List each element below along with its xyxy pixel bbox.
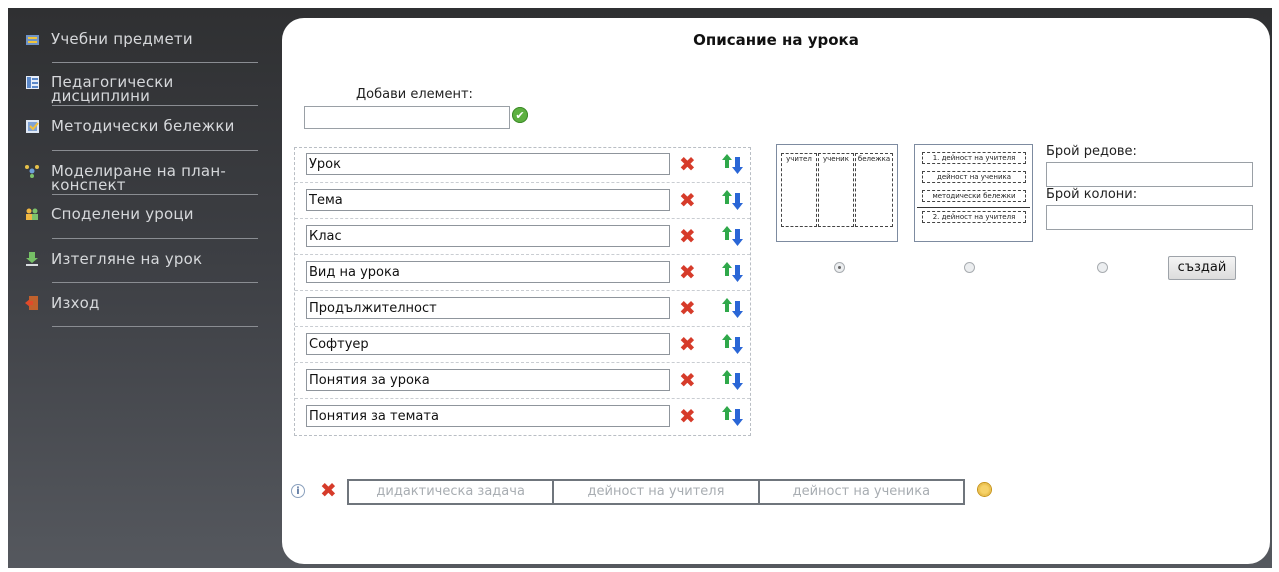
sidebar-divider [52, 194, 258, 195]
move-arrows-icon[interactable] [721, 189, 745, 211]
list-item: Продължителност ✖ [295, 292, 750, 327]
layout-row: 1. дейност на учителя [922, 152, 1026, 164]
sidebar-item-pedagogical[interactable]: Педагогически дисциплини [8, 73, 201, 105]
layout-radio-3[interactable] [1097, 262, 1108, 273]
layout-row: методически бележки [922, 190, 1026, 202]
network-icon [25, 164, 39, 178]
confirm-add-button[interactable]: ✔ [512, 107, 528, 123]
sidebar-item-shared[interactable]: Споделени уроци [8, 205, 194, 223]
sidebar-item-modeling[interactable]: Моделиране на план-конспект [8, 162, 241, 194]
sidebar-item-subjects[interactable]: Учебни предмети [8, 30, 193, 48]
add-element-input[interactable] [304, 106, 510, 129]
sidebar-divider [52, 282, 258, 283]
move-arrows-icon[interactable] [721, 153, 745, 175]
list-item: Софтуер ✖ [295, 328, 750, 363]
sidebar-divider [52, 62, 258, 63]
move-arrows-icon[interactable] [721, 405, 745, 427]
table-row: дидактическа задача дейност на учителя д… [347, 479, 965, 505]
sidebar-divider [52, 326, 258, 327]
sidebar-divider [52, 238, 258, 239]
move-arrows-icon[interactable] [721, 333, 745, 355]
layout-row: дейност на ученика [922, 171, 1026, 183]
element-field[interactable]: Продължителност [306, 297, 670, 319]
layout-row: 2. дейност на учителя [922, 211, 1026, 223]
move-arrows-icon[interactable] [721, 261, 745, 283]
sidebar-item-label: Учебни предмети [51, 30, 193, 48]
list-item: Урок ✖ [295, 148, 750, 183]
table-cell[interactable]: дидактическа задача [349, 481, 552, 503]
delete-icon[interactable]: ✖ [679, 406, 696, 426]
table-cell[interactable]: дейност на учителя [552, 481, 757, 503]
delete-icon[interactable]: ✖ [679, 298, 696, 318]
list-item: Вид на урока ✖ [295, 256, 750, 291]
move-arrows-icon[interactable] [721, 225, 745, 247]
layout-divider [917, 207, 1030, 208]
rows-count-input[interactable] [1046, 162, 1253, 187]
sidebar-item-label: Изход [51, 294, 100, 312]
delete-icon[interactable]: ✖ [679, 262, 696, 282]
delete-icon[interactable]: ✖ [679, 226, 696, 246]
element-field[interactable]: Софтуер [306, 333, 670, 355]
list-icon [25, 75, 39, 89]
element-list: Урок ✖ Тема ✖ Клас ✖ Вид на урока ✖ Прод… [294, 147, 751, 436]
sidebar-item-label: Споделени уроци [51, 205, 194, 223]
sidebar-item-label: Методически бележки [51, 117, 235, 135]
move-arrows-icon[interactable] [721, 297, 745, 319]
sidebar-item-label: Моделиране на план-конспект [51, 162, 226, 194]
element-field[interactable]: Понятия за урока [306, 369, 670, 391]
exit-icon [25, 296, 39, 310]
element-field[interactable]: Вид на урока [306, 261, 670, 283]
books-icon [25, 32, 39, 46]
cols-count-input[interactable] [1046, 205, 1253, 230]
delete-icon[interactable]: ✖ [679, 154, 696, 174]
sidebar-divider [52, 150, 258, 151]
cols-label: Брой колони: [1046, 187, 1138, 202]
sidebar-divider [52, 105, 258, 106]
page-title: Описание на урока [693, 31, 859, 49]
list-item: Клас ✖ [295, 220, 750, 255]
list-item: Понятия за урока ✖ [295, 364, 750, 399]
delete-icon[interactable]: ✖ [679, 370, 696, 390]
sidebar-item-exit[interactable]: Изход [8, 294, 100, 312]
lesson-description-panel: Описание на урока Добави елемент: ✔ Урок… [282, 18, 1270, 564]
sidebar-item-method-notes[interactable]: Методически бележки [8, 117, 235, 135]
sidebar-item-label: Изтегляне на урок [51, 250, 203, 268]
layout-column: бележка [855, 153, 893, 227]
delete-icon[interactable]: ✖ [679, 190, 696, 210]
rows-label: Брой редове: [1046, 144, 1137, 159]
create-button[interactable]: създай [1168, 256, 1236, 280]
share-icon [25, 207, 39, 221]
sidebar-item-label: Педагогически дисциплини [51, 73, 174, 105]
layout-option-rows[interactable]: 1. дейност на учителя дейност на ученика… [914, 144, 1033, 242]
element-field[interactable]: Понятия за темата [306, 405, 670, 427]
add-element-label: Добави елемент: [356, 87, 473, 102]
layout-radio-1[interactable] [834, 262, 845, 273]
element-field[interactable]: Клас [306, 225, 670, 247]
move-arrows-icon[interactable] [721, 369, 745, 391]
notes-icon [25, 119, 39, 133]
checkmark-icon: ✔ [515, 108, 525, 122]
list-item: Понятия за темата ✖ [295, 400, 750, 434]
element-field[interactable]: Тема [306, 189, 670, 211]
delete-icon[interactable]: ✖ [320, 480, 337, 500]
download-icon [25, 252, 39, 266]
layout-option-columns[interactable]: учител ученик бележка [776, 144, 898, 242]
layout-radio-2[interactable] [964, 262, 975, 273]
delete-icon[interactable]: ✖ [679, 334, 696, 354]
table-cell[interactable]: дейност на ученика [757, 481, 963, 503]
info-icon[interactable]: i [291, 484, 305, 498]
element-field[interactable]: Урок [306, 153, 670, 175]
layout-column: ученик [818, 153, 854, 227]
list-item: Тема ✖ [295, 184, 750, 219]
layout-column: учител [781, 153, 817, 227]
add-row-icon[interactable] [978, 483, 991, 496]
sidebar-item-download[interactable]: Изтегляне на урок [8, 250, 203, 268]
